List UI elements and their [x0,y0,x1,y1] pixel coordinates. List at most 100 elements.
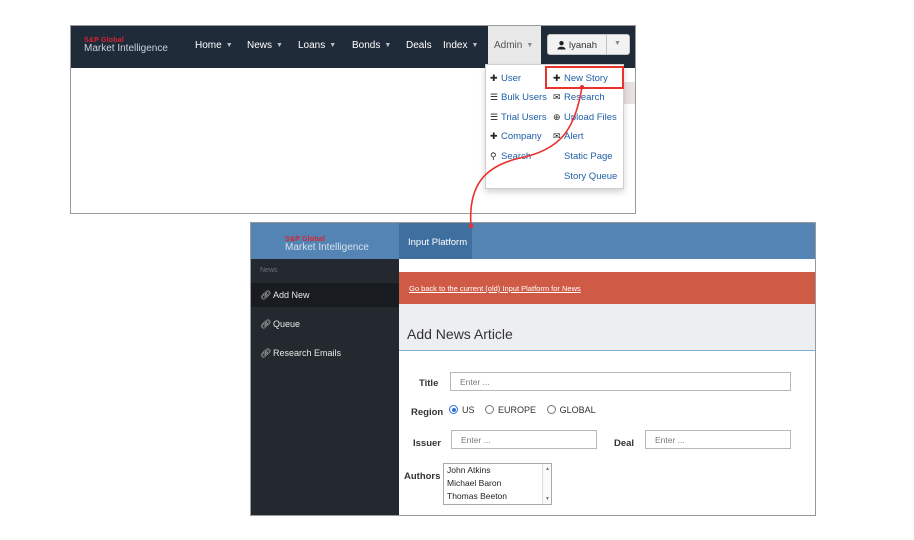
menu-item-label: Static Page [564,151,613,162]
menu-item-bulk-users[interactable]: ☰ Bulk Users [490,92,547,103]
input-platform-navbar: S&P Global Market Intelligence Input Pla… [251,223,815,259]
username: lyanah [569,40,597,51]
region-label: Region [411,407,444,418]
list-icon: ☰ [490,92,499,102]
sidebar-item-research-emails[interactable]: 🔗︎ Research Emails [251,341,399,365]
scroll-down-icon[interactable]: ▼ [545,496,550,502]
menu-item-label: Search [501,151,532,162]
nav-loans-label: Loans [298,40,326,51]
author-option[interactable]: Michael Baron [444,477,551,490]
new-story-highlight [545,66,624,89]
search-icon: ⚲ [490,151,497,161]
nav-admin-label: Admin [494,40,523,51]
caret-down-icon: ▼ [225,42,233,49]
menu-item-trial-users[interactable]: ☰ Trial Users [490,112,547,123]
nav-bonds[interactable]: Bonds ▼ [352,40,391,51]
old-platform-link[interactable]: Go back to the current (old) Input Platf… [409,284,581,293]
sidebar-section-news: News [260,267,278,274]
menu-item-story-queue[interactable]: Story Queue [553,171,617,182]
envelope-icon: ✉ [553,92,561,102]
region-global-label: GLOBAL [559,405,596,415]
link-icon: 🔗︎ [260,319,272,329]
caret-down-icon: ▼ [471,42,479,49]
issuer-label: Issuer [413,438,441,449]
region-us-radio[interactable] [449,405,458,414]
nav-home-label: Home [195,40,222,51]
nav-home[interactable]: Home ▼ [195,40,233,51]
menu-item-user[interactable]: ✚ User [490,73,521,84]
region-europe-label: EUROPE [498,405,537,415]
menu-item-company[interactable]: ✚ Company [490,131,542,142]
nav-news-label: News [247,40,273,51]
authors-scrollbar[interactable]: ▲ ▼ [542,464,551,504]
menu-item-alert[interactable]: ✉ Alert [553,131,584,142]
link-icon: 🔗︎ [260,348,272,358]
menu-item-search[interactable]: ⚲ Search [490,151,531,162]
nav-deals-label: Deals [406,40,432,51]
menu-item-research[interactable]: ✉ Research [553,92,605,103]
plus-icon: ✚ [490,131,498,141]
envelope-icon: ✉ [553,131,561,141]
region-europe-radio[interactable] [485,405,495,414]
menu-item-label: Company [501,131,542,142]
admin-menu-screenshot: S&P Global Market Intelligence Home ▼ New… [70,25,636,214]
nav-loans[interactable]: Loans ▼ [298,40,336,51]
authors-listbox[interactable]: John Atkins Michael Baron Thomas Beeton … [443,463,552,505]
list-icon: ☰ [490,112,499,122]
nav-admin[interactable]: Admin ▼ [488,26,541,68]
navbar-logo-area: S&P Global Market Intelligence [251,223,399,259]
scroll-up-icon[interactable]: ▲ [545,466,550,472]
authors-label: Authors [404,471,441,482]
author-option[interactable]: John Atkins [444,464,551,477]
top-navbar: S&P Global Market Intelligence Home ▼ New… [71,26,635,68]
menu-item-static-page[interactable]: Static Page [553,151,613,162]
link-icon: 🔗︎ [260,290,272,300]
deal-label: Deal [614,438,635,449]
region-global-radio[interactable] [546,405,556,414]
user-icon [557,41,566,50]
title-input[interactable] [450,372,791,391]
menu-item-label: Upload Files [564,112,617,123]
page-edge-strip [624,82,635,104]
caret-down-icon: ▼ [329,42,337,49]
region-radio-group: US EUROPE GLOBAL [449,405,604,415]
menu-item-label: Story Queue [564,171,618,182]
menu-item-label: Research [564,92,605,103]
sidebar-item-add-new[interactable]: 🔗︎ Add New [251,283,399,307]
sidebar-item-label: Research Emails [273,348,342,358]
tab-input-platform[interactable]: Input Platform [399,223,472,259]
sidebar-item-label: Add New [273,290,310,300]
logo-subtitle: Market Intelligence [84,43,168,54]
sp-global-logo[interactable]: S&P Global Market Intelligence [285,236,369,253]
upload-icon: ⊕ [553,112,561,122]
menu-item-upload-files[interactable]: ⊕ Upload Files [553,112,617,123]
nav-news[interactable]: News ▼ [247,40,283,51]
sidebar-item-label: Queue [273,319,301,329]
nav-bonds-label: Bonds [352,40,381,51]
menu-item-label: Trial Users [501,112,547,123]
button-divider [606,35,607,54]
input-platform-screenshot: S&P Global Market Intelligence Input Pla… [250,222,816,516]
caret-down-icon[interactable]: ▼ [614,40,621,47]
old-platform-alert: Go back to the current (old) Input Platf… [399,272,815,304]
sidebar-item-queue[interactable]: 🔗︎ Queue [251,312,399,336]
logo-subtitle: Market Intelligence [285,242,369,253]
menu-item-label: Alert [564,131,584,142]
caret-down-icon: ▼ [526,42,534,49]
title-label: Title [419,378,439,389]
page-title: Add News Article [407,326,513,342]
caret-down-icon: ▼ [276,42,283,49]
region-us-label: US [462,405,475,415]
issuer-input[interactable] [451,430,597,449]
page-header: Add News Article [399,304,815,351]
sp-global-logo[interactable]: S&P Global Market Intelligence [84,37,168,54]
nav-index[interactable]: Index ▼ [443,40,478,51]
menu-item-label: Bulk Users [501,92,547,103]
main-content: Go back to the current (old) Input Platf… [399,259,815,515]
sidebar: News 🔗︎ Add New 🔗︎ Queue 🔗︎ Research Emails [251,259,399,515]
nav-deals[interactable]: Deals [406,40,432,51]
author-option[interactable]: Thomas Beeton [444,490,551,503]
nav-index-label: Index [443,40,468,51]
user-menu-button[interactable]: lyanah ▼ [547,34,630,55]
deal-input[interactable] [645,430,791,449]
